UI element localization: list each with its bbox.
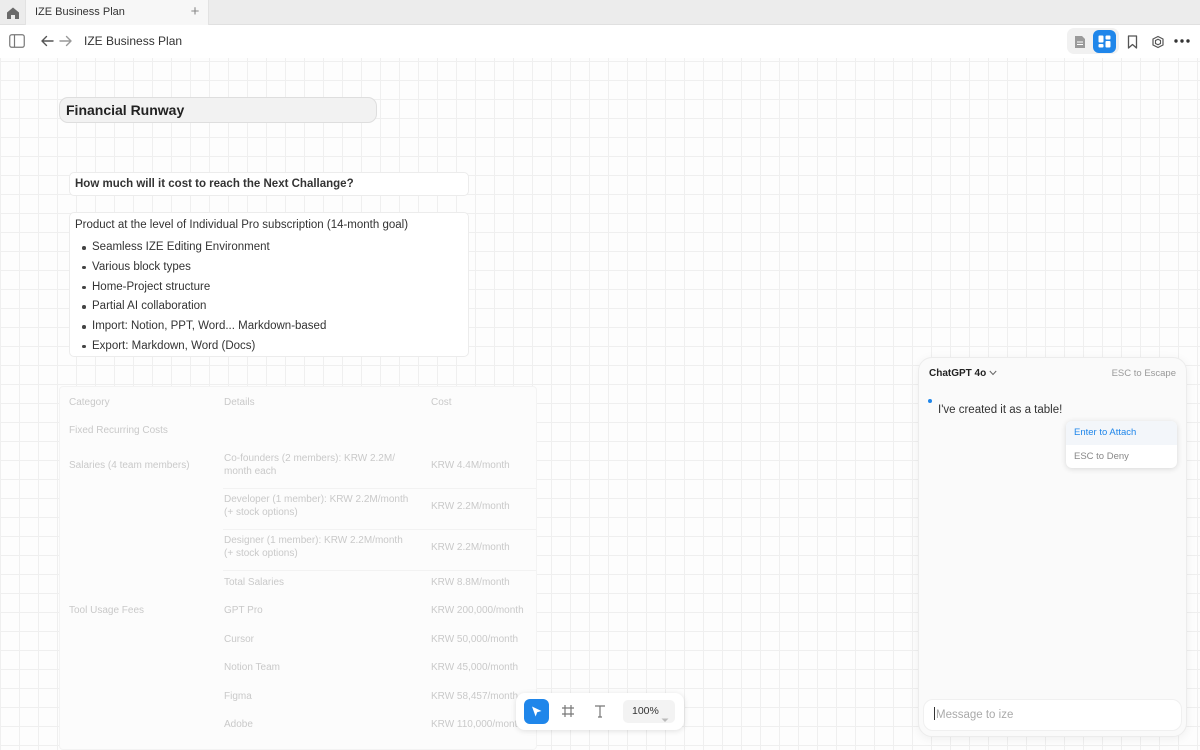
assistant-message: I've created it as a table! bbox=[938, 404, 1063, 416]
escape-hint: ESC to Escape bbox=[1111, 368, 1176, 379]
document-view-icon[interactable] bbox=[1073, 34, 1087, 49]
pointer-tool-icon[interactable] bbox=[524, 699, 549, 724]
attach-option[interactable]: Enter to Attach bbox=[1066, 421, 1177, 445]
table-cell: Adobe bbox=[224, 719, 253, 730]
attach-menu: Enter to Attach ESC to Deny bbox=[1066, 421, 1177, 468]
frame-tool-icon[interactable] bbox=[559, 702, 577, 720]
table-cell: Cursor bbox=[224, 634, 255, 645]
table-cell: Figma bbox=[224, 691, 252, 702]
list-item: Partial AI collaboration bbox=[75, 299, 468, 319]
assistant-indicator-icon bbox=[928, 399, 932, 403]
table-header-cost: Cost bbox=[431, 397, 452, 408]
chevron-down-icon bbox=[661, 709, 669, 732]
table-header-details: Details bbox=[224, 397, 255, 408]
document-title: IZE Business Plan bbox=[84, 34, 183, 48]
list-item: Various block types bbox=[75, 260, 468, 280]
message-input[interactable]: Message to ize bbox=[923, 699, 1182, 731]
table-cell: KRW 4.4M/month bbox=[431, 460, 510, 471]
table-cell: Salaries (4 team members) bbox=[69, 460, 190, 471]
list-intro: Product at the level of Individual Pro s… bbox=[75, 219, 409, 231]
toolbar: IZE Business Plan bbox=[0, 25, 1200, 58]
home-icon[interactable] bbox=[5, 5, 21, 21]
table-cell: Fixed Recurring Costs bbox=[69, 425, 168, 436]
back-arrow-icon[interactable] bbox=[39, 34, 55, 48]
message-placeholder: Message to ize bbox=[936, 709, 1014, 721]
table-cell: KRW 45,000/month bbox=[431, 662, 519, 673]
zoom-select[interactable]: 100% bbox=[623, 700, 675, 723]
table-cell: Co-founders (2 members): KRW 2.2M/ month… bbox=[224, 453, 395, 477]
table-cell: KRW 110,000/month bbox=[431, 719, 523, 730]
table-cell: Developer (1 member): KRW 2.2M/month (+ … bbox=[224, 494, 409, 518]
table-cell: GPT Pro bbox=[224, 605, 263, 616]
new-tab-button[interactable]: + bbox=[186, 3, 204, 21]
more-icon[interactable] bbox=[1174, 36, 1190, 46]
table-cell: KRW 200,000/month bbox=[431, 605, 524, 616]
forward-arrow-icon[interactable] bbox=[58, 34, 74, 48]
list-item: Seamless IZE Editing Environment bbox=[75, 240, 468, 260]
list-item: Export: Markdown, Word (Docs) bbox=[75, 339, 468, 359]
table-cell: Notion Team bbox=[224, 662, 280, 673]
cost-table: Category Details Cost Fixed Recurring Co… bbox=[59, 386, 537, 750]
table-cell: KRW 50,000/month bbox=[431, 634, 519, 645]
canvas-view-icon[interactable] bbox=[1093, 30, 1116, 53]
model-selector[interactable]: ChatGPT 4o bbox=[929, 368, 997, 379]
canvas-tools: 100% bbox=[516, 693, 684, 730]
bookmark-icon[interactable] bbox=[1125, 34, 1139, 49]
text-tool-icon[interactable] bbox=[591, 702, 609, 720]
table-header-category: Category bbox=[69, 397, 110, 408]
list-item: Home-Project structure bbox=[75, 280, 468, 300]
row-divider bbox=[223, 529, 536, 530]
row-divider bbox=[223, 570, 536, 571]
tab-ize-business-plan[interactable]: IZE Business Plan bbox=[25, 0, 209, 25]
table-cell: Tool Usage Fees bbox=[69, 605, 145, 616]
table-cell: KRW 2.2M/month bbox=[431, 542, 510, 553]
page-title[interactable]: Financial Runway bbox=[59, 97, 377, 123]
chevron-down-icon bbox=[989, 368, 997, 379]
row-divider bbox=[223, 488, 536, 489]
table-cell: KRW 58,457/month bbox=[431, 691, 519, 702]
model-name: ChatGPT 4o bbox=[929, 368, 987, 379]
tab-bar: IZE Business Plan + bbox=[0, 0, 1200, 25]
table-cell: Designer (1 member): KRW 2.2M/month (+ s… bbox=[224, 535, 403, 559]
question-block[interactable]: How much will it cost to reach the Next … bbox=[69, 172, 469, 196]
sidebar-toggle-icon[interactable] bbox=[9, 34, 25, 48]
list-item: Import: Notion, PPT, Word... Markdown-ba… bbox=[75, 319, 468, 339]
text-caret bbox=[934, 707, 935, 720]
deny-option[interactable]: ESC to Deny bbox=[1066, 445, 1177, 468]
zoom-level: 100% bbox=[632, 705, 659, 717]
table-cell: KRW 8.8M/month bbox=[431, 577, 510, 588]
goal-list-block[interactable]: Product at the level of Individual Pro s… bbox=[69, 212, 469, 357]
table-cell: KRW 2.2M/month bbox=[431, 501, 510, 512]
ai-chat-panel: ChatGPT 4o ESC to Escape I've created it… bbox=[918, 357, 1187, 737]
share-icon[interactable] bbox=[1150, 34, 1165, 49]
tab-label: IZE Business Plan bbox=[35, 6, 125, 18]
table-cell: Total Salaries bbox=[224, 577, 285, 588]
